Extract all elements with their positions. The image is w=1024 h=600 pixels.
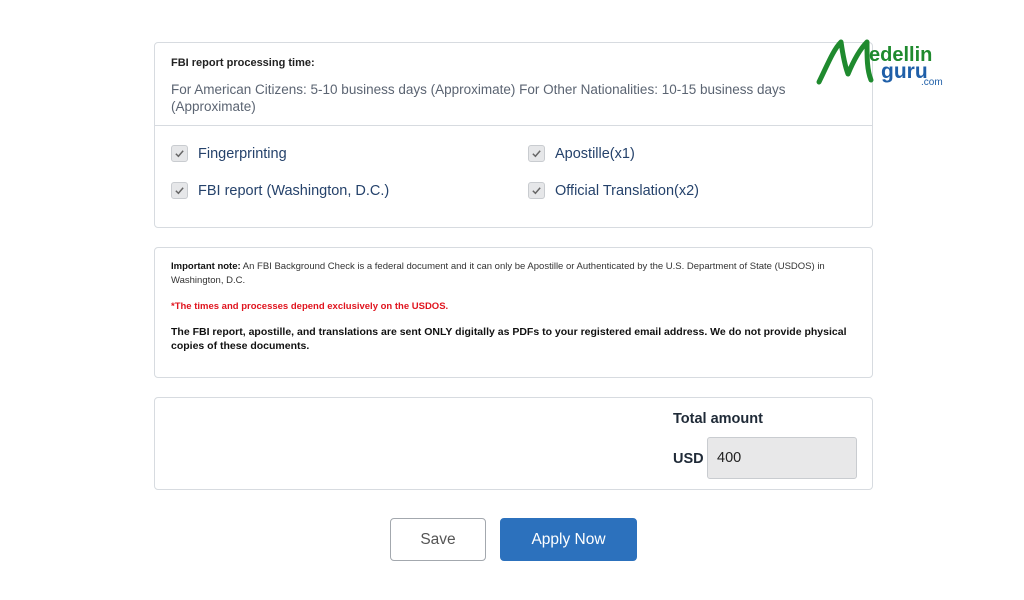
service-apostille[interactable]: Apostille(x1) xyxy=(528,145,635,162)
service-label: FBI report (Washington, D.C.) xyxy=(198,182,390,199)
total-card: Total amount USD xyxy=(154,397,873,490)
service-official-translation[interactable]: Official Translation(x2) xyxy=(528,182,699,199)
processing-title: FBI report processing time: xyxy=(171,57,315,69)
service-fingerprinting[interactable]: Fingerprinting xyxy=(171,145,287,162)
service-label: Fingerprinting xyxy=(198,145,287,162)
total-amount-field[interactable] xyxy=(707,437,857,479)
service-fbi-report[interactable]: FBI report (Washington, D.C.) xyxy=(171,182,389,199)
apply-now-button[interactable]: Apply Now xyxy=(500,518,637,561)
total-amount-label: Total amount xyxy=(673,411,763,427)
processing-text: For American Citizens: 5-10 business day… xyxy=(171,82,786,114)
save-button[interactable]: Save xyxy=(390,518,486,561)
important-note-label: Important note: xyxy=(171,261,241,272)
notes-card: Important note: An FBI Background Check … xyxy=(154,247,873,378)
checkbox-checked-icon[interactable] xyxy=(171,145,188,162)
services-list: Fingerprinting Apostille(x1) FBI report … xyxy=(155,126,872,228)
medellin-guru-logo: edellin guru .com xyxy=(816,39,943,88)
checkbox-checked-icon[interactable] xyxy=(528,182,545,199)
processing-card: FBI report processing time: For American… xyxy=(154,42,873,228)
service-label: Apostille(x1) xyxy=(555,145,635,162)
logo-text-com: .com xyxy=(921,77,943,88)
processing-header: FBI report processing time: For American… xyxy=(155,43,872,126)
delivery-note: The FBI report, apostille, and translati… xyxy=(171,326,847,352)
checkbox-checked-icon[interactable] xyxy=(528,145,545,162)
warning-note: *The times and processes depend exclusiv… xyxy=(171,301,449,312)
checkbox-checked-icon[interactable] xyxy=(171,182,188,199)
important-note: Important note: An FBI Background Check … xyxy=(171,260,856,288)
important-note-text: An FBI Background Check is a federal doc… xyxy=(171,261,825,286)
service-label: Official Translation(x2) xyxy=(555,182,699,199)
currency-label: USD xyxy=(673,451,704,467)
